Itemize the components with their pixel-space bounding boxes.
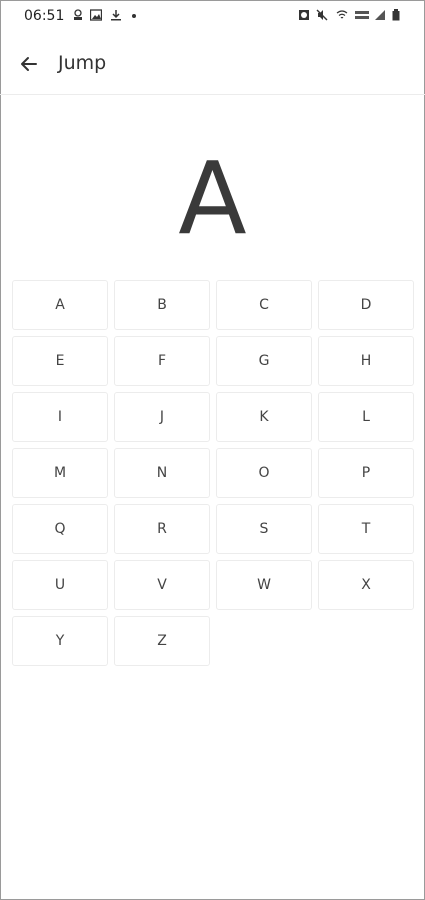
letter-key-e[interactable]: E <box>12 336 108 386</box>
letter-key-w[interactable]: W <box>216 560 312 610</box>
letter-key-u[interactable]: U <box>12 560 108 610</box>
letter-key-a[interactable]: A <box>12 280 108 330</box>
letter-key-y[interactable]: Y <box>12 616 108 666</box>
status-time: 06:51 <box>24 8 65 24</box>
letter-key-v[interactable]: V <box>114 560 210 610</box>
letter-key-m[interactable]: M <box>12 448 108 498</box>
letter-key-x[interactable]: X <box>318 560 414 610</box>
dot-icon <box>132 14 136 18</box>
letter-key-r[interactable]: R <box>114 504 210 554</box>
letter-key-d[interactable]: D <box>318 280 414 330</box>
letter-key-i[interactable]: I <box>12 392 108 442</box>
letter-key-n[interactable]: N <box>114 448 210 498</box>
letter-key-t[interactable]: T <box>318 504 414 554</box>
letter-key-p[interactable]: P <box>318 448 414 498</box>
letter-key-b[interactable]: B <box>114 280 210 330</box>
alarm-icon <box>299 10 309 20</box>
status-bar: 06:51 <box>0 0 425 34</box>
letter-key-g[interactable]: G <box>216 336 312 386</box>
letter-key-s[interactable]: S <box>216 504 312 554</box>
notification-icon <box>74 9 82 20</box>
volte-icon <box>355 11 369 19</box>
letter-key-k[interactable]: K <box>216 392 312 442</box>
letter-key-h[interactable]: H <box>318 336 414 386</box>
letter-key-o[interactable]: O <box>216 448 312 498</box>
signal-icon <box>375 10 385 20</box>
download-icon <box>111 10 121 21</box>
letter-key-j[interactable]: J <box>114 392 210 442</box>
image-icon <box>90 9 102 21</box>
letter-key-c[interactable]: C <box>216 280 312 330</box>
page-title: Jump <box>58 52 107 74</box>
back-arrow-icon[interactable] <box>16 51 42 77</box>
selected-letter-display: A <box>178 140 247 257</box>
letter-key-z[interactable]: Z <box>114 616 210 666</box>
wifi-icon <box>336 10 348 19</box>
letter-key-q[interactable]: Q <box>12 504 108 554</box>
mute-icon <box>316 9 328 21</box>
letter-key-f[interactable]: F <box>114 336 210 386</box>
battery-icon <box>392 9 400 21</box>
letter-key-l[interactable]: L <box>318 392 414 442</box>
app-bar: Jump <box>0 34 425 95</box>
letter-grid: ABCD EFGH IJKL MNOP QRST UVWX YZ <box>12 280 416 666</box>
